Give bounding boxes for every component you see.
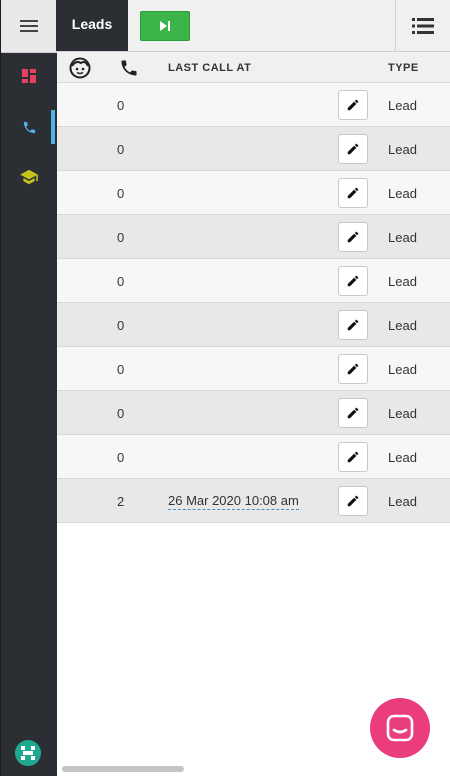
edit-button[interactable]	[338, 398, 368, 428]
edit-button[interactable]	[338, 134, 368, 164]
table-row[interactable]: 0 Lead	[57, 347, 450, 391]
cell-type: Lead	[388, 97, 417, 113]
cell-type: Lead	[388, 229, 417, 245]
pencil-icon	[347, 187, 359, 199]
cell-type: Lead	[388, 449, 417, 465]
table-row[interactable]: 0 Lead	[57, 303, 450, 347]
edit-button[interactable]	[338, 354, 368, 384]
table-row[interactable]: 0 Lead	[57, 391, 450, 435]
graduation-cap-icon	[20, 169, 38, 185]
cell-calls: 2	[117, 493, 125, 509]
table-row[interactable]: 0 Lead	[57, 171, 450, 215]
edit-button[interactable]	[338, 90, 368, 120]
cell-type: Lead	[388, 141, 417, 157]
edit-button[interactable]	[338, 266, 368, 296]
pencil-icon	[347, 231, 359, 243]
cell-calls: 0	[117, 185, 125, 201]
horizontal-scrollbar[interactable]	[62, 766, 184, 772]
cell-last-call: 26 Mar 2020 10:08 am	[168, 479, 299, 523]
cell-calls: 0	[117, 273, 125, 289]
table-header: LAST CALL AT TYPE	[57, 52, 450, 83]
leads-table: 0 Lead 0 Lead 0 Lead 0 Lead 0 Lead 0 Lea…	[57, 83, 450, 523]
cell-calls: 0	[117, 229, 125, 245]
edit-button[interactable]	[338, 442, 368, 472]
table-row[interactable]: 0 Lead	[57, 259, 450, 303]
table-row[interactable]: 0 Lead	[57, 83, 450, 127]
header-last-call-at[interactable]: LAST CALL AT	[168, 52, 251, 83]
cell-calls: 0	[117, 141, 125, 157]
edit-button[interactable]	[338, 310, 368, 340]
sidebar	[0, 0, 57, 776]
cell-calls: 0	[117, 317, 125, 333]
sidebar-item-calls[interactable]	[1, 110, 57, 144]
cell-type: Lead	[388, 493, 417, 509]
table-row[interactable]: 0 Lead	[57, 215, 450, 259]
chat-button[interactable]	[370, 698, 430, 758]
sidebar-item-dashboard[interactable]	[1, 59, 57, 93]
top-bar: Leads	[56, 0, 450, 52]
pencil-icon	[347, 451, 359, 463]
face-icon	[69, 57, 91, 78]
edit-button[interactable]	[338, 178, 368, 208]
dashboard-icon	[22, 69, 36, 83]
cell-type: Lead	[388, 361, 417, 377]
header-type[interactable]: TYPE	[388, 52, 419, 83]
list-view-button[interactable]	[395, 0, 450, 51]
header-contact[interactable]	[69, 52, 91, 83]
pencil-icon	[347, 99, 359, 111]
pencil-icon	[347, 407, 359, 419]
next-call-button[interactable]	[140, 11, 190, 41]
pencil-icon	[347, 363, 359, 375]
pencil-icon	[347, 275, 359, 287]
cell-calls: 0	[117, 405, 125, 421]
tab-leads[interactable]: Leads	[56, 0, 128, 51]
last-call-value[interactable]: 26 Mar 2020 10:08 am	[168, 493, 299, 510]
table-row[interactable]: 0 Lead	[57, 435, 450, 479]
list-icon	[412, 17, 434, 34]
cell-calls: 0	[117, 97, 125, 113]
cell-type: Lead	[388, 185, 417, 201]
pencil-icon	[347, 495, 359, 507]
skip-next-icon	[160, 21, 170, 31]
table-row[interactable]: 2 26 Mar 2020 10:08 am Lead	[57, 479, 450, 523]
cell-type: Lead	[388, 405, 417, 421]
pencil-icon	[347, 143, 359, 155]
header-calls[interactable]	[119, 52, 139, 83]
cell-type: Lead	[388, 273, 417, 289]
phone-icon	[23, 121, 35, 133]
menu-button[interactable]	[1, 0, 57, 53]
edit-button[interactable]	[338, 486, 368, 516]
phone-icon	[121, 60, 137, 75]
cell-type: Lead	[388, 317, 417, 333]
table-row[interactable]: 0 Lead	[57, 127, 450, 171]
sidebar-item-training[interactable]	[1, 160, 57, 194]
hamburger-icon	[20, 20, 38, 32]
chat-bubble-icon	[386, 714, 414, 742]
edit-button[interactable]	[338, 222, 368, 252]
cell-calls: 0	[117, 361, 125, 377]
robot-logo-icon[interactable]	[15, 740, 41, 766]
pencil-icon	[347, 319, 359, 331]
cell-calls: 0	[117, 449, 125, 465]
